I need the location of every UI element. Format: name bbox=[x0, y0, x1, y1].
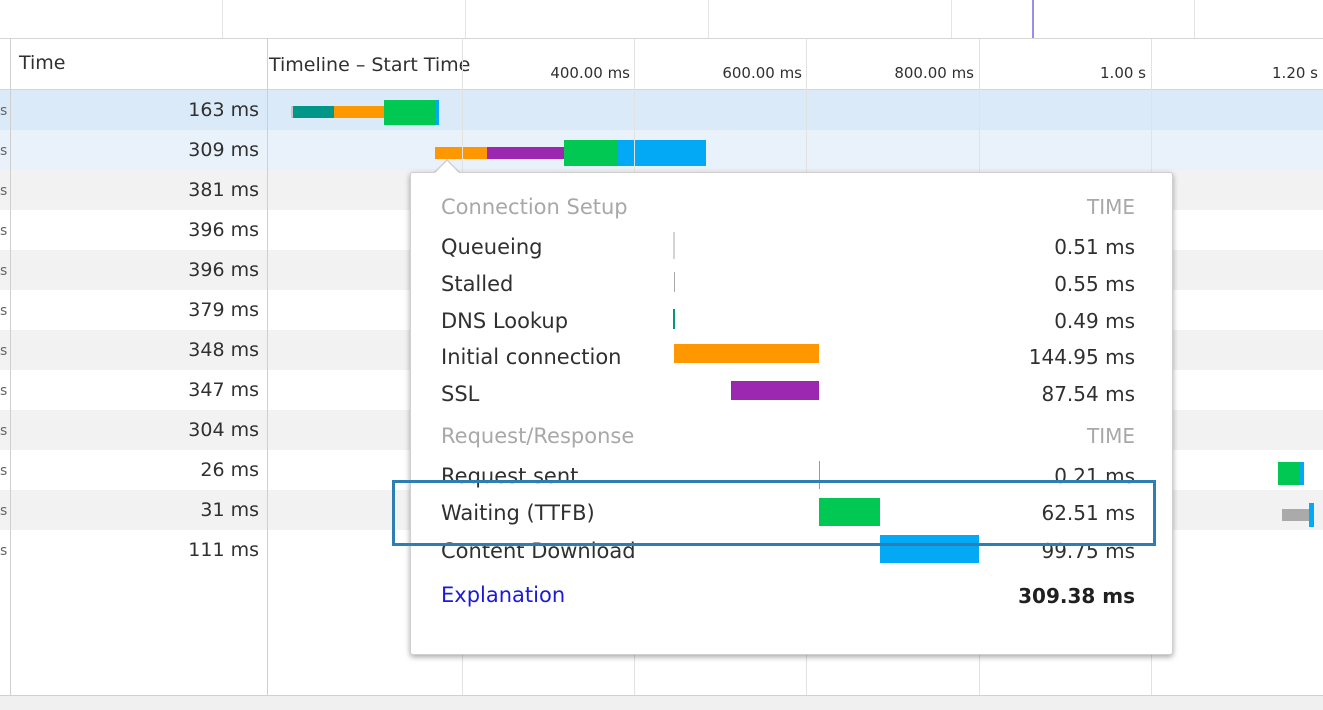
overview-divider bbox=[465, 0, 466, 38]
table-row[interactable]: s 163 ms bbox=[0, 90, 1323, 130]
connection-bar bbox=[674, 344, 819, 363]
timing-value: 87.54 ms bbox=[1041, 382, 1135, 406]
row-time: 26 ms bbox=[200, 459, 259, 481]
timing-row-stalled: Stalled 0.55 ms bbox=[411, 266, 1172, 302]
time-column-header[interactable]: Time bbox=[19, 52, 66, 74]
timing-row-ssl: SSL 87.54 ms bbox=[411, 376, 1172, 412]
clipped-cell: s bbox=[0, 183, 8, 199]
explanation-link[interactable]: Explanation bbox=[441, 583, 565, 607]
dns-segment bbox=[293, 106, 334, 118]
waiting-segment bbox=[384, 100, 435, 125]
row-time: 347 ms bbox=[188, 379, 259, 401]
download-segment bbox=[618, 140, 706, 166]
connection-segment bbox=[435, 147, 487, 159]
stalled-bar bbox=[674, 272, 675, 292]
timing-label: Stalled bbox=[441, 272, 514, 296]
timing-label: Initial connection bbox=[441, 345, 622, 369]
clipped-cell: s bbox=[0, 503, 8, 519]
tick-label: 400.00 ms bbox=[550, 64, 630, 82]
clipped-cell: s bbox=[0, 143, 8, 159]
timing-row-dns: DNS Lookup 0.49 ms bbox=[411, 303, 1172, 339]
status-bar bbox=[0, 695, 1323, 710]
overview-divider bbox=[1194, 0, 1195, 38]
overview-divider bbox=[951, 0, 952, 38]
tick-label: 800.00 ms bbox=[894, 64, 974, 82]
column-divider[interactable] bbox=[10, 39, 11, 695]
tick-label: 1.20 s bbox=[1272, 64, 1318, 82]
row-time: 111 ms bbox=[188, 539, 259, 561]
section-time-header: TIME bbox=[1086, 424, 1135, 448]
clipped-cell: s bbox=[0, 343, 8, 359]
timing-value: 0.49 ms bbox=[1054, 309, 1135, 333]
timeline-column-header[interactable]: Timeline – Start Time bbox=[269, 54, 470, 76]
timing-popover: Connection Setup TIME Queueing 0.51 ms S… bbox=[410, 172, 1173, 655]
dns-bar bbox=[673, 309, 675, 329]
timing-value: 0.51 ms bbox=[1054, 235, 1135, 259]
timing-value: 144.95 ms bbox=[1028, 345, 1135, 369]
overview-divider bbox=[708, 0, 709, 38]
column-divider[interactable] bbox=[267, 39, 268, 695]
row-time: 348 ms bbox=[188, 339, 259, 361]
clipped-cell: s bbox=[0, 383, 8, 399]
clipped-cell: s bbox=[0, 303, 8, 319]
ssl-bar bbox=[731, 381, 819, 400]
clipped-cell: s bbox=[0, 263, 8, 279]
clipped-cell: s bbox=[0, 463, 8, 479]
popover-arrow-fill bbox=[435, 161, 459, 173]
overview-strip[interactable] bbox=[0, 0, 1323, 39]
ttfb-highlight-box bbox=[392, 480, 1156, 546]
row-time: 163 ms bbox=[188, 99, 259, 121]
section-header-connection: Connection Setup TIME bbox=[411, 189, 1172, 225]
queueing-segment bbox=[1282, 509, 1309, 521]
timing-label: SSL bbox=[441, 382, 480, 406]
tick-label: 600.00 ms bbox=[722, 64, 802, 82]
download-segment bbox=[435, 100, 439, 125]
clipped-cell: s bbox=[0, 223, 8, 239]
overview-load-marker bbox=[1032, 0, 1034, 38]
column-header: Time Timeline – Start Time 400.00 ms 600… bbox=[0, 39, 1323, 90]
row-time: 309 ms bbox=[188, 139, 259, 161]
ssl-segment bbox=[487, 147, 564, 159]
row-time: 396 ms bbox=[188, 219, 259, 241]
section-title: Connection Setup bbox=[441, 195, 628, 219]
timing-row-connection: Initial connection 144.95 ms bbox=[411, 339, 1172, 375]
overview-divider bbox=[222, 0, 223, 38]
timing-label: DNS Lookup bbox=[441, 309, 569, 333]
waiting-segment bbox=[1278, 462, 1300, 485]
clipped-cell: s bbox=[0, 103, 8, 119]
connection-segment bbox=[334, 106, 384, 118]
clipped-cell: s bbox=[0, 543, 8, 559]
timing-row-queueing: Queueing 0.51 ms bbox=[411, 229, 1172, 265]
row-time: 381 ms bbox=[188, 179, 259, 201]
row-time: 31 ms bbox=[200, 499, 259, 521]
row-time: 379 ms bbox=[188, 299, 259, 321]
queueing-bar bbox=[673, 232, 675, 259]
tick-label: 1.00 s bbox=[1100, 64, 1146, 82]
download-segment bbox=[1309, 503, 1314, 527]
row-time: 396 ms bbox=[188, 259, 259, 281]
download-segment bbox=[1300, 462, 1304, 485]
timing-value: 0.55 ms bbox=[1054, 272, 1135, 296]
waiting-segment bbox=[564, 140, 618, 166]
section-title: Request/Response bbox=[441, 424, 635, 448]
row-time: 304 ms bbox=[188, 419, 259, 441]
section-header-request: Request/Response TIME bbox=[411, 418, 1172, 454]
total-time: 309.38 ms bbox=[1018, 584, 1135, 608]
section-time-header: TIME bbox=[1086, 195, 1135, 219]
clipped-cell: s bbox=[0, 423, 8, 439]
timing-label: Queueing bbox=[441, 235, 543, 259]
table-row[interactable]: s 309 ms bbox=[0, 130, 1323, 170]
